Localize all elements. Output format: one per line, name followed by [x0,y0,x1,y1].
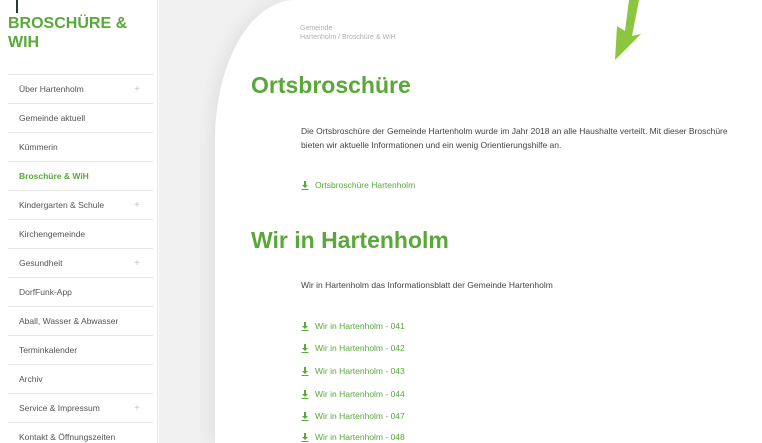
sidebar-item-ueber-hartenholm[interactable]: Über Hartenholm + [8,74,153,103]
download-link-label: Wir in Hartenholm - 044 [315,389,405,399]
section-heading-wir: Wir in Hartenholm [251,227,449,253]
sidebar-item-terminkalender[interactable]: Terminkalender [8,335,153,364]
download-icon [301,389,309,399]
download-link-label: Wir in Hartenholm - 048 [315,432,405,442]
download-icon [301,411,309,421]
sidebar-item-label: Service & Impressum [19,403,100,413]
sidebar-item-kuemmerin[interactable]: Kümmerin [8,132,153,161]
sidebar-item-label: Archiv [19,374,43,384]
download-link[interactable]: Wir in Hartenholm - 043 [301,366,405,376]
content-card [215,0,762,443]
plus-icon[interactable]: + [134,258,140,269]
download-icon [301,432,309,442]
sidebar-item-label: Kontakt & Öffnungszeiten [19,431,116,442]
download-link[interactable]: Wir in Hartenholm - 042 [301,343,405,353]
download-link[interactable]: Wir in Hartenholm - 048 [301,432,405,442]
download-link[interactable]: Wir in Hartenholm - 044 [301,389,405,399]
sidebar-item-broschuere-wih[interactable]: Broschüre & WiH [8,161,153,190]
sidebar-item-dorffunk-app[interactable]: DorfFunk-App [8,277,153,306]
arrow-down-icon [615,0,641,60]
plus-icon[interactable]: + [134,403,140,414]
download-link-label: Wir in Hartenholm - 043 [315,366,405,376]
download-link-label: Wir in Hartenholm - 047 [315,411,405,421]
sidebar-item-gesundheit[interactable]: Gesundheit + [8,248,153,277]
sidebar-accent-line [16,0,18,13]
download-icon [301,180,309,190]
download-link-label: Ortsbroschüre Hartenholm [315,180,416,190]
section-heading-ortsbroschuere: Ortsbroschüre [251,72,411,98]
sidebar: BROSCHÜRE & WIH Über Hartenholm + Gemein… [0,0,158,443]
section-text-ortsbroschuere: Die Ortsbroschüre der Gemeinde Hartenhol… [301,126,728,150]
main-area [159,0,762,443]
download-link[interactable]: Wir in Hartenholm - 041 [301,321,405,331]
sidebar-item-label: Über Hartenholm [19,84,84,94]
breadcrumb-line[interactable]: Hartenholm / Broschüre & WiH [300,33,396,42]
sidebar-item-kirchengemeinde[interactable]: Kirchengemeinde [8,219,153,248]
sidebar-item-gemeinde-aktuell[interactable]: Gemeinde aktuell [8,103,153,132]
sidebar-item-aball-wasser[interactable]: Aball, Wasser & Abwasser [8,306,153,335]
sidebar-item-label: Kindergarten & Schule [19,200,105,210]
download-link-label: Wir in Hartenholm - 042 [315,343,405,353]
download-link[interactable]: Ortsbroschüre Hartenholm [301,180,415,190]
sidebar-item-label: Kümmerin [19,142,58,152]
sidebar-item-kindergarten-schule[interactable]: Kindergarten & Schule + [8,190,153,219]
download-link-label: Wir in Hartenholm - 041 [315,321,405,331]
download-link[interactable]: Wir in Hartenholm - 047 [301,411,405,421]
breadcrumb-line[interactable]: Gemeinde [300,24,396,33]
sidebar-item-label: DorfFunk-App [19,287,72,297]
plus-icon[interactable]: + [134,84,140,95]
sidebar-item-label: Aball, Wasser & Abwasser [19,316,119,326]
download-icon [301,366,309,376]
sidebar-item-label: Gesundheit [19,258,63,268]
sidebar-item-label: Broschüre & WiH [19,171,89,181]
breadcrumb: Gemeinde Hartenholm / Broschüre & WiH [300,24,396,42]
sidebar-item-label: Kirchengemeinde [19,229,86,239]
sidebar-item-archiv[interactable]: Archiv [8,364,153,393]
download-icon [301,321,309,331]
plus-icon[interactable]: + [134,200,140,211]
sidebar-item-label: Gemeinde aktuell [19,113,86,123]
download-icon [301,343,309,353]
sidebar-item-kontakt[interactable]: Kontakt & Öffnungszeiten [8,422,153,443]
sidebar-item-service-impressum[interactable]: Service & Impressum + [8,393,153,422]
sidebar-title: BROSCHÜRE & WIH [8,15,128,51]
sidebar-item-label: Terminkalender [19,345,78,355]
sidebar-nav: Über Hartenholm + Gemeinde aktuell Kümme… [8,74,153,443]
section-text-wir: Wir in Hartenholm das Informationsblatt … [301,280,553,290]
